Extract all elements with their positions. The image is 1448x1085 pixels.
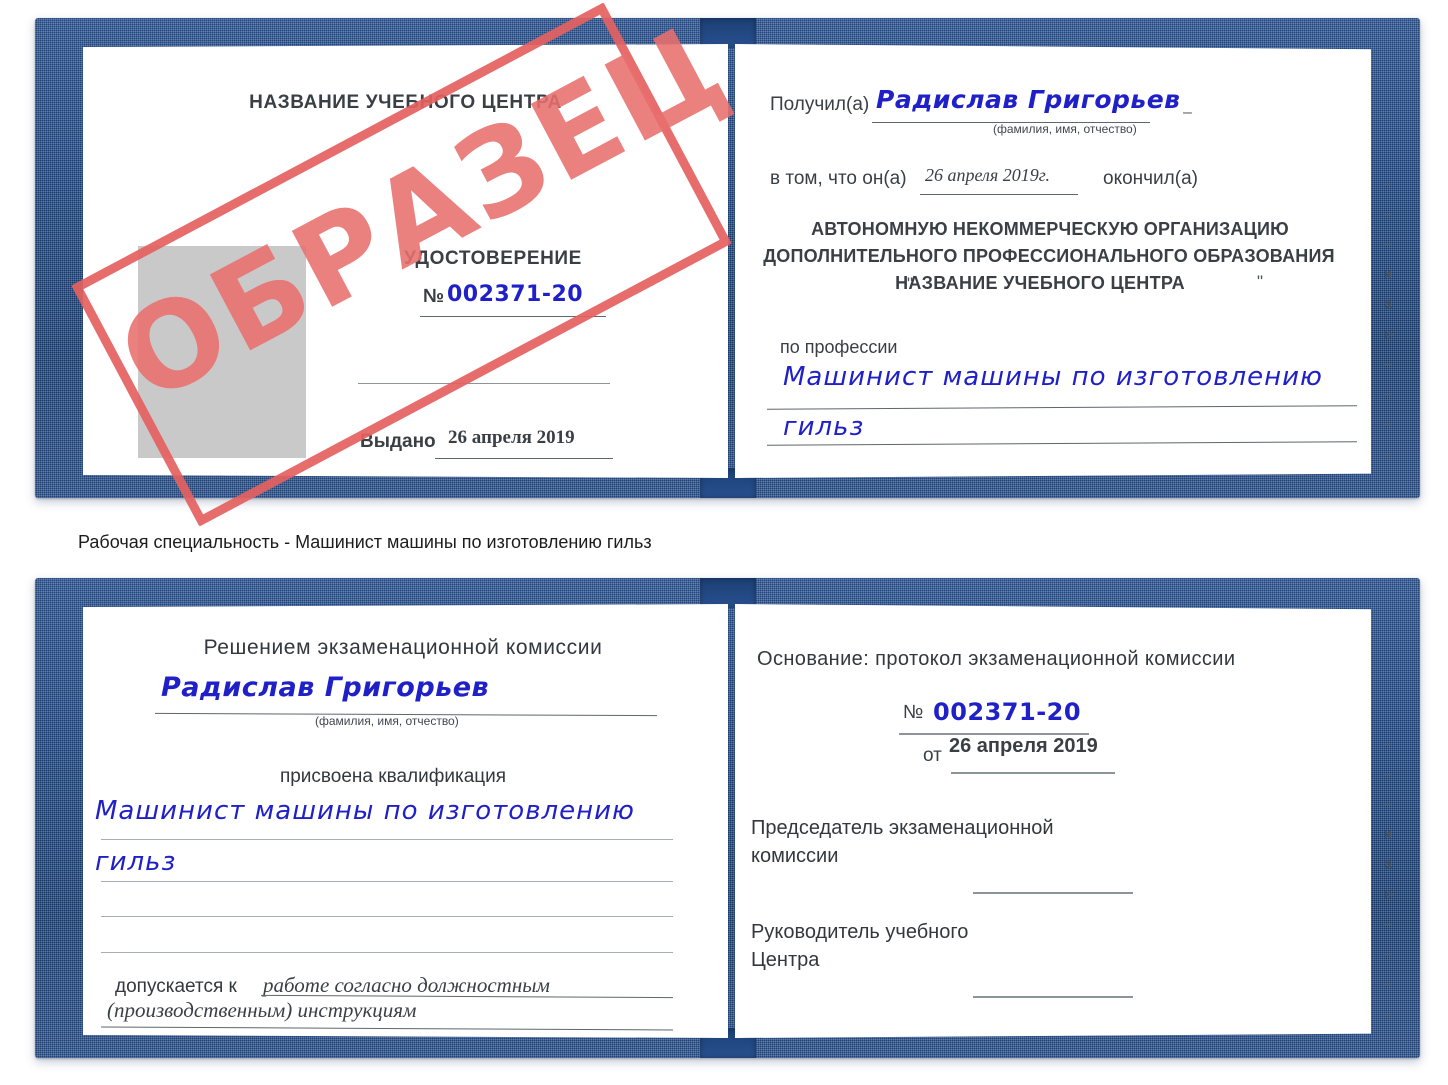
protocol-number-value: 002371-20 xyxy=(933,698,1082,726)
edge-fragment: а xyxy=(1384,295,1392,311)
edge-fragment: – xyxy=(1384,415,1392,431)
back-left-page: Решением экзаменационной комиссии Радисл… xyxy=(83,604,728,1038)
profession-label: по профессии xyxy=(780,337,898,357)
name-hint-front: (фамилия, имя, отчество) xyxy=(993,122,1137,136)
edge-fragment: – xyxy=(1384,205,1392,221)
edge-fragment: – xyxy=(1384,175,1392,191)
admitted-rule-2 xyxy=(101,1026,673,1031)
qualification-line-1: Машинист машины по изготовлению xyxy=(95,796,635,826)
issued-rule xyxy=(435,458,613,459)
spine-tab-top-back xyxy=(699,578,756,608)
org-name: НАЗВАНИЕ УЧЕБНОГО ЦЕНТРА xyxy=(895,273,1185,293)
profession-line-1: Машинист машины по изготовлению xyxy=(783,362,1323,392)
edge-fragment: – xyxy=(1384,385,1392,401)
edge-fragment: и xyxy=(1384,265,1392,281)
certificate-number-rule xyxy=(420,316,606,317)
org-line-1: АВТОНОМНУЮ НЕКОММЕРЧЕСКУЮ ОРГАНИЗАЦИЮ xyxy=(811,219,1289,239)
admitted-value-line-2: (производственным) инструкциям xyxy=(107,998,417,1022)
qualification-rule-3 xyxy=(101,916,673,917)
edge-dash-front: – xyxy=(1183,104,1192,121)
certificate-number-value: 002371-20 xyxy=(447,282,584,307)
in-that-label: в том, что он(а) xyxy=(770,168,907,189)
profession-rule-1 xyxy=(767,405,1357,410)
seal-label: М.П. xyxy=(195,472,231,491)
page-caption: Рабочая специальность - Машинист машины … xyxy=(78,532,652,552)
photo-placeholder xyxy=(138,246,306,458)
edge-fragment: – xyxy=(1384,975,1392,991)
received-label: Получил(а) xyxy=(770,94,870,115)
protocol-date-value: 26 апреля 2019 xyxy=(949,735,1098,757)
qualification-rule-1 xyxy=(101,839,673,840)
protocol-date-label: от xyxy=(923,745,942,766)
recipient-name: Радислав Григорьев xyxy=(876,85,1181,114)
edge-fragment: – xyxy=(1384,445,1392,461)
back-right-page: Основание: протокол экзаменационной коми… xyxy=(735,604,1371,1038)
qualification-rule-4 xyxy=(101,952,673,953)
edge-fragment: а xyxy=(1384,855,1392,871)
certificate-front-cover: НАЗВАНИЕ УЧЕБНОГО ЦЕНТРА УДОСТОВЕРЕНИЕ №… xyxy=(35,18,1420,498)
certificate-back-cover: Решением экзаменационной комиссии Радисл… xyxy=(35,578,1420,1058)
training-center-header: НАЗВАНИЕ УЧЕБНОГО ЦЕНТРА xyxy=(249,92,562,113)
edge-fragment: – xyxy=(1384,355,1392,371)
edge-fragment: и xyxy=(1384,825,1392,841)
spine-tab-top xyxy=(699,18,756,48)
protocol-number-label: № xyxy=(903,702,924,723)
admitted-label: допускается к xyxy=(115,976,237,997)
edge-fragment: к- xyxy=(1384,885,1395,901)
edge-fragment: – xyxy=(1384,765,1392,781)
name-hint-back: (фамилия, имя, отчество) xyxy=(315,714,459,728)
edge-fragment: – xyxy=(1384,915,1392,931)
head-line-2: Центра xyxy=(751,949,820,971)
chairman-line-1: Председатель экзаменационной xyxy=(751,817,1054,839)
qualification-rule-2 xyxy=(101,881,673,882)
edge-fragment: – xyxy=(1384,235,1392,251)
chairman-signature-rule xyxy=(973,892,1133,894)
head-line-1: Руководитель учебного xyxy=(751,921,969,943)
certificate-number-label: № xyxy=(423,286,445,307)
profession-line-2: гильз xyxy=(783,412,865,442)
qualification-line-2: гильз xyxy=(95,847,177,877)
certificate-title: УДОСТОВЕРЕНИЕ xyxy=(404,248,582,269)
edge-fragment: к- xyxy=(1384,325,1395,341)
edge-fragment: – xyxy=(1384,735,1392,751)
completion-date: 26 апреля 2019г. xyxy=(925,165,1051,185)
back-recipient-name: Радислав Григорьев xyxy=(161,672,490,703)
edge-fragment-column-front: – – – и а к- – – – – xyxy=(1384,168,1406,468)
edge-fragment: – xyxy=(1384,1005,1392,1021)
edge-fragment: – xyxy=(1384,945,1392,961)
issued-label: Выдано xyxy=(360,431,436,452)
front-right-page: Получил(а) Радислав Григорьев (фамилия, … xyxy=(735,44,1371,478)
head-signature-rule xyxy=(973,996,1133,998)
chairman-line-2: комиссии xyxy=(751,845,839,867)
edge-fragment: – xyxy=(1384,795,1392,811)
edge-fragment-column-back: – – – и а к- – – – – xyxy=(1384,728,1406,1028)
front-left-page: НАЗВАНИЕ УЧЕБНОГО ЦЕНТРА УДОСТОВЕРЕНИЕ №… xyxy=(83,44,728,478)
completion-date-rule xyxy=(920,194,1078,195)
blank-rule-1 xyxy=(358,383,610,384)
protocol-date-rule xyxy=(951,772,1115,774)
org-quote-close: " xyxy=(1257,272,1264,291)
basis-label: Основание: протокол экзаменационной коми… xyxy=(757,648,1236,670)
finished-label: окончил(а) xyxy=(1103,168,1198,189)
qualification-label: присвоена квалификация xyxy=(279,766,507,787)
issued-date: 26 апреля 2019 xyxy=(448,427,575,448)
org-line-2: ДОПОЛНИТЕЛЬНОГО ПРОФЕССИОНАЛЬНОГО ОБРАЗО… xyxy=(763,246,1335,266)
commission-decision-heading: Решением экзаменационной комиссии xyxy=(203,636,603,659)
